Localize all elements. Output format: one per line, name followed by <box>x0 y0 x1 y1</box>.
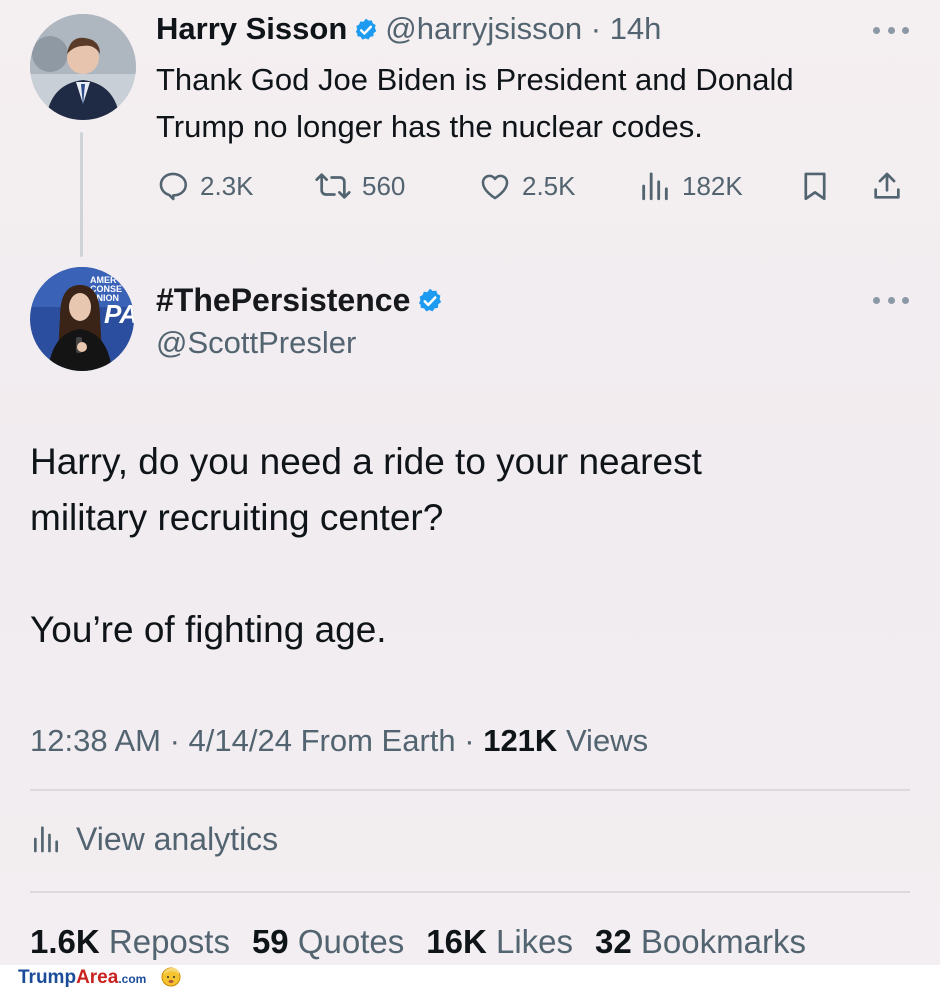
like-count: 2.5K <box>522 170 576 201</box>
main-tweet-text-second: You’re of fighting age. <box>30 602 910 658</box>
main-author-handle[interactable]: @ScottPresler <box>156 323 356 363</box>
repost-icon <box>315 173 351 199</box>
reply-action-bar: 2.3K 560 2.5K 182K <box>156 164 916 208</box>
analytics-icon <box>34 826 58 853</box>
reposts-label: Reposts <box>108 923 230 960</box>
analytics-label: View analytics <box>76 820 279 857</box>
likes-label: Likes <box>495 923 574 960</box>
reply-tweet-text: Thank God Joe Biden is President and Don… <box>156 56 916 150</box>
watermark-footer: TrumpArea.com <box>0 965 940 991</box>
separator-dot: · <box>582 11 610 46</box>
reply-timestamp[interactable]: 14h <box>610 11 662 46</box>
repost-count: 560 <box>362 170 406 201</box>
repost-button[interactable]: 560 <box>314 164 405 208</box>
bookmarks-count: 32 <box>595 923 632 960</box>
reply-icon <box>159 172 188 201</box>
main-author-header: #ThePersistence <box>156 280 450 324</box>
main-text-line: You’re of fighting age. <box>30 609 387 650</box>
verified-icon <box>353 13 379 53</box>
main-tweet-text: Harry, do you need a ride to your neares… <box>30 434 910 546</box>
quotes-label: Quotes <box>297 923 405 960</box>
likes-count: 16K <box>426 923 487 960</box>
bookmark-icon <box>804 172 826 201</box>
divider <box>30 789 910 791</box>
more-icon[interactable] <box>873 294 909 306</box>
views-total: 121K <box>483 723 558 758</box>
tweet-time[interactable]: 12:38 AM <box>30 723 161 758</box>
avatar-logo-text: PA <box>104 299 134 329</box>
divider <box>30 891 910 893</box>
like-button[interactable]: 2.5K <box>478 164 576 208</box>
watermark-part: Trump <box>18 966 77 988</box>
views-icon <box>642 172 668 201</box>
tweet-screen: Harry Sisson @harryjsisson · 14h Thank Go… <box>0 0 940 965</box>
share-button[interactable] <box>870 164 914 208</box>
reposts-stat[interactable]: 1.6K Reposts <box>30 923 230 960</box>
likes-stat[interactable]: 16K Likes <box>426 923 573 960</box>
thread-connector-line <box>80 132 83 257</box>
trump-face-icon <box>160 965 182 991</box>
quotes-stat[interactable]: 59 Quotes <box>252 923 404 960</box>
view-analytics-link[interactable]: View analytics <box>30 815 278 863</box>
views-button[interactable]: 182K <box>638 164 743 208</box>
reply-button[interactable]: 2.3K <box>156 164 254 208</box>
tweet-date[interactable]: 4/14/24 <box>189 723 292 758</box>
harry-sisson-avatar[interactable] <box>30 14 136 120</box>
main-author-name[interactable]: #ThePersistence <box>156 282 410 318</box>
reply-text-line: Thank God Joe Biden is President and Don… <box>156 62 794 97</box>
reply-count: 2.3K <box>200 170 254 201</box>
reposts-count: 1.6K <box>30 923 100 960</box>
watermark-logo: TrumpArea.com <box>18 967 146 990</box>
quotes-count: 59 <box>251 923 289 960</box>
watermark-part: .com <box>118 971 147 986</box>
share-icon <box>874 172 900 199</box>
scott-presler-avatar[interactable]: AMER CONSE UNION PA <box>30 267 134 371</box>
main-text-line: military recruiting center? <box>30 497 444 538</box>
verified-icon <box>416 284 444 324</box>
views-count: 182K <box>682 170 743 201</box>
reply-author-handle[interactable]: @harryjsisson <box>385 11 582 46</box>
main-text-line: Harry, do you need a ride to your neares… <box>30 441 702 482</box>
engagement-stats: 1.6K Reposts 59 Quotes 16K Likes 32 Bookmar… <box>30 920 828 964</box>
tweet-meta: 12:38 AM · 4/14/24 From Earth · 121K Vie… <box>30 723 649 758</box>
bookmarks-stat[interactable]: 32 Bookmarks <box>595 923 806 960</box>
watermark-part: Area <box>76 966 119 988</box>
bookmarks-label: Bookmarks <box>640 923 806 960</box>
more-icon[interactable] <box>873 24 909 36</box>
reply-header: Harry Sisson @harryjsisson · 14h <box>156 9 661 53</box>
reply-author-name[interactable]: Harry Sisson <box>156 11 347 46</box>
tweet-source: From Earth <box>300 723 456 758</box>
views-label: Views <box>565 723 649 758</box>
like-icon <box>481 174 509 200</box>
bookmark-button[interactable] <box>798 164 842 208</box>
reply-text-line: Trump no longer has the nuclear codes. <box>156 109 703 144</box>
